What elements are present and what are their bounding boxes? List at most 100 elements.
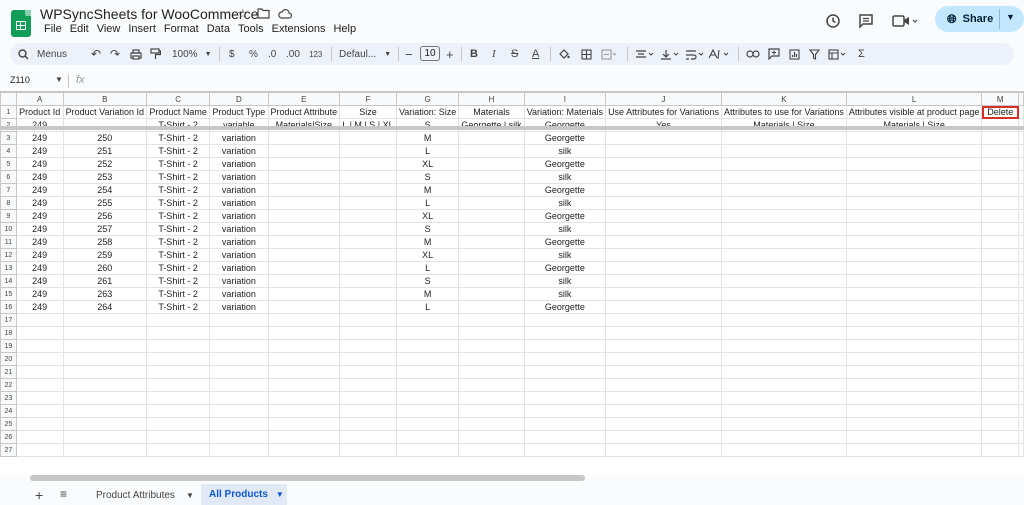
text-color-icon[interactable]: A xyxy=(532,43,539,65)
cell[interactable] xyxy=(1018,287,1024,301)
cell[interactable] xyxy=(605,131,722,145)
cell[interactable]: 249 xyxy=(15,222,64,236)
cell[interactable]: Georgette xyxy=(523,300,607,314)
cell[interactable] xyxy=(523,391,607,405)
cell[interactable] xyxy=(720,443,847,457)
cell[interactable] xyxy=(981,313,1019,327)
cell[interactable] xyxy=(458,131,525,145)
cell[interactable] xyxy=(720,248,847,262)
cell[interactable] xyxy=(339,248,397,262)
cell[interactable] xyxy=(1018,313,1024,327)
row-header[interactable]: 22 xyxy=(0,378,17,392)
comments-icon[interactable] xyxy=(855,10,877,32)
cell[interactable]: T-Shirt - 2 xyxy=(146,209,211,223)
cell[interactable] xyxy=(339,183,397,197)
column-header-k[interactable]: K xyxy=(720,92,847,106)
cell[interactable] xyxy=(458,443,525,457)
cell[interactable] xyxy=(339,404,397,418)
cell[interactable] xyxy=(62,417,148,431)
cell[interactable] xyxy=(720,274,847,288)
cell[interactable] xyxy=(845,261,983,275)
cell[interactable]: 250 xyxy=(62,131,148,145)
cell[interactable] xyxy=(458,365,525,379)
column-header-j[interactable]: J xyxy=(605,92,722,106)
cell[interactable] xyxy=(981,339,1019,353)
cell[interactable]: 251 xyxy=(62,144,148,158)
cell[interactable] xyxy=(523,352,607,366)
cell[interactable] xyxy=(339,326,397,340)
menu-data[interactable]: Data xyxy=(203,23,234,35)
cell[interactable] xyxy=(209,339,269,353)
cell[interactable]: L xyxy=(395,261,460,275)
cell[interactable] xyxy=(605,430,722,444)
cell[interactable]: variation xyxy=(209,235,269,249)
cell[interactable] xyxy=(720,417,847,431)
cell[interactable]: variation xyxy=(209,209,269,223)
cell[interactable] xyxy=(267,287,341,301)
cell[interactable] xyxy=(267,144,341,158)
cell[interactable]: 254 xyxy=(62,183,148,197)
header-cell[interactable]: Use Attributes for Variations xyxy=(605,105,722,119)
cell[interactable] xyxy=(146,339,211,353)
column-header-overflow[interactable] xyxy=(1018,92,1024,106)
frozen-row-divider[interactable] xyxy=(0,126,1024,130)
cell[interactable] xyxy=(339,235,397,249)
cell[interactable] xyxy=(267,274,341,288)
cell[interactable] xyxy=(523,326,607,340)
header-cell[interactable]: Variation: Materials xyxy=(523,105,607,119)
horizontal-scrollbar[interactable] xyxy=(30,475,585,481)
cell[interactable] xyxy=(395,391,460,405)
cell[interactable] xyxy=(845,209,983,223)
cell[interactable] xyxy=(458,144,525,158)
column-header-h[interactable]: H xyxy=(458,92,525,106)
cell[interactable]: 260 xyxy=(62,261,148,275)
cell[interactable] xyxy=(395,404,460,418)
cell[interactable] xyxy=(339,417,397,431)
cell[interactable] xyxy=(267,183,341,197)
cell[interactable] xyxy=(845,404,983,418)
menu-insert[interactable]: Insert xyxy=(124,23,160,35)
header-cell[interactable]: Attributes visible at product page xyxy=(845,105,983,119)
cell[interactable] xyxy=(339,443,397,457)
menu-format[interactable]: Format xyxy=(160,23,203,35)
cell[interactable]: M xyxy=(395,183,460,197)
cell[interactable] xyxy=(523,417,607,431)
cell[interactable]: 258 xyxy=(62,235,148,249)
cell[interactable] xyxy=(605,274,722,288)
cell[interactable]: T-Shirt - 2 xyxy=(146,248,211,262)
cell[interactable]: silk xyxy=(523,287,607,301)
row-header[interactable]: 6 xyxy=(0,170,17,184)
cell[interactable] xyxy=(845,326,983,340)
cell[interactable]: 256 xyxy=(62,209,148,223)
cell[interactable]: T-Shirt - 2 xyxy=(146,235,211,249)
cell[interactable] xyxy=(605,209,722,223)
cell[interactable] xyxy=(1018,222,1024,236)
cell[interactable] xyxy=(267,417,341,431)
cell[interactable] xyxy=(605,391,722,405)
cell[interactable] xyxy=(981,404,1019,418)
cell[interactable] xyxy=(339,287,397,301)
chevron-down-icon[interactable]: ▼ xyxy=(1006,12,1015,22)
row-header[interactable]: 15 xyxy=(0,287,17,301)
cell[interactable] xyxy=(981,261,1019,275)
cell[interactable] xyxy=(395,443,460,457)
cell[interactable] xyxy=(146,313,211,327)
cell[interactable] xyxy=(720,287,847,301)
cell[interactable] xyxy=(845,300,983,314)
cell[interactable] xyxy=(1018,196,1024,210)
cell[interactable] xyxy=(981,131,1019,145)
cell[interactable] xyxy=(720,235,847,249)
cell[interactable] xyxy=(981,300,1019,314)
cell[interactable]: 249 xyxy=(15,144,64,158)
cell[interactable] xyxy=(395,378,460,392)
cell[interactable] xyxy=(458,170,525,184)
cell[interactable]: 249 xyxy=(15,209,64,223)
cell[interactable] xyxy=(339,378,397,392)
row-header[interactable]: 11 xyxy=(0,235,17,249)
spreadsheet-grid[interactable]: ABCDEFGHIJKLM 1 Product Id Product Variati… xyxy=(0,91,1024,475)
cell[interactable] xyxy=(981,417,1019,431)
cell[interactable] xyxy=(845,235,983,249)
cell[interactable]: silk xyxy=(523,248,607,262)
cell[interactable] xyxy=(981,144,1019,158)
cell[interactable]: Georgette xyxy=(523,131,607,145)
